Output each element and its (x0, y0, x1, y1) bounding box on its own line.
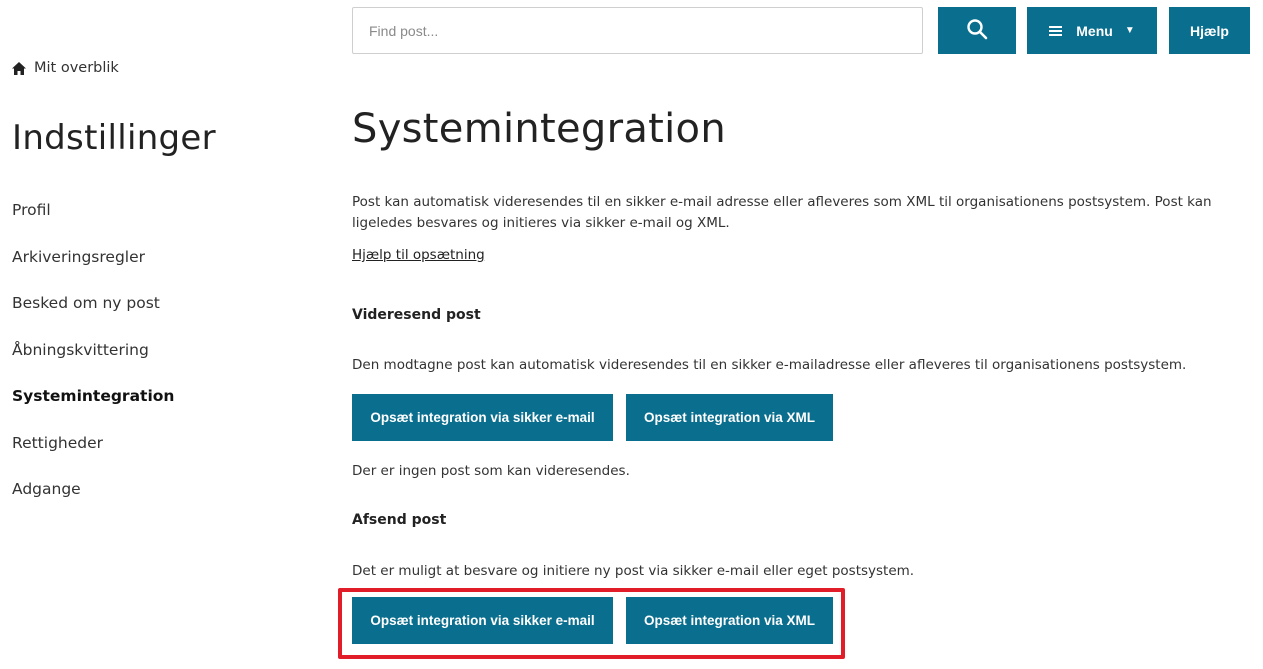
sidebar-item-systemintegration[interactable]: Systemintegration (12, 382, 174, 429)
caret-down-icon: ▼ (1124, 25, 1135, 36)
forward-section-text: Den modtagne post kan automatisk videres… (352, 357, 1187, 373)
hamburger-icon (1049, 25, 1063, 36)
search-button[interactable] (938, 7, 1016, 54)
send-section-text: Det er muligt at besvare og initiere ny … (352, 563, 915, 579)
sidebar-item-aabningskvittering[interactable]: Åbningskvittering (12, 336, 174, 383)
sidebar-item-rettigheder[interactable]: Rettigheder (12, 429, 174, 476)
send-section-title: Afsend post (352, 512, 447, 528)
overview-label: Mit overblik (34, 60, 119, 76)
sidebar-item-profil[interactable]: Profil (12, 196, 174, 243)
sidebar-item-adgange[interactable]: Adgange (12, 475, 174, 522)
forward-xml-integration-button[interactable]: Opsæt integration via XML (626, 394, 833, 441)
menu-button-label: Menu (1076, 22, 1113, 39)
setup-help-link[interactable]: Hjælp til opsætning (352, 247, 485, 263)
forward-email-integration-button[interactable]: Opsæt integration via sikker e-mail (352, 394, 613, 441)
home-icon (12, 61, 26, 75)
search-input[interactable] (353, 8, 922, 53)
sidebar-item-besked-om-ny-post[interactable]: Besked om ny post (12, 289, 174, 336)
page-title: Systemintegration (352, 106, 726, 152)
sidebar-nav: Profil Arkiveringsregler Besked om ny po… (12, 196, 174, 522)
overview-link[interactable]: Mit overblik (12, 60, 119, 76)
search-icon (966, 18, 988, 43)
forward-section-title: Videresend post (352, 307, 481, 323)
highlight-annotation-box (338, 588, 845, 659)
help-button[interactable]: Hjælp (1169, 7, 1250, 54)
sidebar-item-arkiveringsregler[interactable]: Arkiveringsregler (12, 243, 174, 290)
search-field[interactable] (352, 7, 923, 54)
forward-status-text: Der er ingen post som kan videresendes. (352, 463, 630, 479)
intro-text: Post kan automatisk videresendes til en … (352, 194, 1212, 231)
menu-button[interactable]: Menu ▼ (1027, 7, 1157, 54)
sidebar-title: Indstillinger (12, 118, 216, 158)
